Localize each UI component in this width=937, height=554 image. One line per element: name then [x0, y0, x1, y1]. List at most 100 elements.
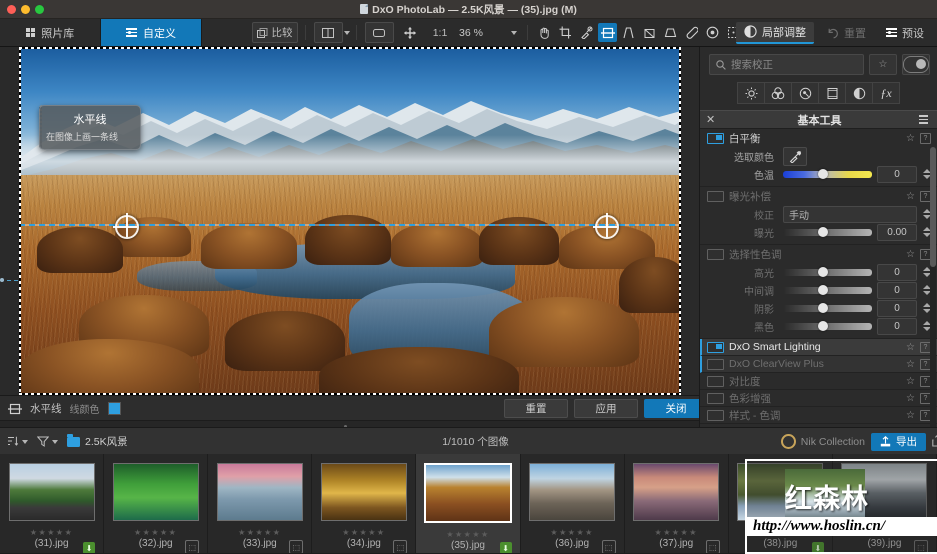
close-window-button[interactable] — [7, 4, 16, 14]
horizon-reset-button[interactable]: 重置 — [504, 399, 568, 418]
exposure-value[interactable]: 0.00 — [877, 223, 917, 241]
share-button[interactable] — [932, 434, 937, 450]
effects-category-icon[interactable]: ƒx — [872, 82, 900, 104]
rating-stars[interactable]: ★★★★★ — [446, 530, 489, 539]
list-item[interactable]: ★★★★★ (37).jpg ⬚ — [625, 454, 729, 553]
rating-stars[interactable]: ★★★★★ — [550, 528, 593, 537]
tool-enable-toggle[interactable] — [707, 409, 724, 421]
midtones-value[interactable]: 0 — [877, 281, 917, 299]
list-item[interactable]: ★★★★★ (35).jpg ⬇ — [416, 454, 521, 553]
tool-enable-toggle[interactable] — [707, 248, 724, 260]
tool-enable-toggle[interactable] — [707, 341, 724, 353]
tool-style-toning[interactable]: 样式 - 色调 ☆ ? — [700, 407, 937, 424]
tool-enable-toggle[interactable] — [707, 358, 724, 370]
tool-contrast[interactable]: 对比度 ☆ ? — [700, 373, 937, 390]
zoom-level-select[interactable]: 36 % — [455, 24, 521, 41]
photo-canvas[interactable]: 水平线 在图像上画一条线 — [19, 47, 681, 395]
local-adjustments-button[interactable]: 局部调整 — [736, 21, 814, 44]
hand-tool-icon[interactable] — [535, 23, 554, 42]
tool-header[interactable]: 曝光补偿 ☆ ? — [700, 187, 937, 205]
star-icon[interactable]: ☆ — [906, 359, 915, 370]
rating-stars[interactable]: ★★★★★ — [134, 528, 177, 537]
presets-button[interactable]: 预设 — [879, 23, 931, 42]
nik-collection-button[interactable]: Nik Collection — [780, 434, 865, 449]
red-eye-tool-icon[interactable] — [703, 23, 722, 42]
reset-button[interactable]: 重置 — [820, 23, 873, 42]
rating-stars[interactable]: ★★★★★ — [30, 528, 73, 537]
correction-select[interactable]: 手动 — [783, 205, 917, 223]
list-item[interactable]: ★★★★★ (32).jpg ⬚ — [104, 454, 209, 553]
list-item[interactable]: ★★★★★ (33).jpg ⬚ — [208, 454, 313, 553]
tool-dxo-smart-lighting[interactable]: DxO Smart Lighting ☆ ? — [700, 339, 937, 356]
tool-enable-toggle[interactable] — [707, 375, 724, 387]
minimize-window-button[interactable] — [21, 4, 30, 14]
maximize-window-button[interactable] — [35, 4, 44, 14]
tool-enable-toggle[interactable] — [707, 132, 724, 144]
tool-header[interactable]: 选择性色调 ☆ ? — [700, 245, 937, 263]
thumbnail[interactable] — [529, 463, 616, 521]
eyedropper-tool-icon[interactable] — [577, 23, 596, 42]
temperature-slider[interactable] — [783, 169, 872, 179]
help-icon[interactable]: ? — [920, 132, 931, 144]
export-button[interactable]: 导出 — [871, 432, 926, 451]
highlights-value[interactable]: 0 — [877, 263, 917, 281]
sort-button[interactable] — [7, 436, 28, 447]
perspective-horizontal-icon[interactable] — [640, 23, 659, 42]
line-color-swatch[interactable] — [107, 402, 121, 415]
color-category-icon[interactable] — [764, 82, 792, 104]
star-icon[interactable]: ☆ — [906, 133, 915, 144]
thumbnail[interactable] — [112, 463, 199, 521]
star-icon[interactable]: ☆ — [906, 393, 915, 404]
tab-photo-library[interactable]: 照片库 — [0, 19, 101, 46]
zoom-caret-icon[interactable] — [511, 30, 517, 35]
tool-enable-toggle[interactable] — [707, 392, 724, 404]
sort-caret-icon[interactable] — [22, 439, 28, 444]
tool-enable-toggle[interactable] — [707, 190, 724, 202]
tool-color-accentuation[interactable]: 色彩增强 ☆ ? — [700, 390, 937, 407]
thumbnail[interactable] — [633, 463, 720, 521]
perspective-vertical-icon[interactable] — [619, 23, 638, 42]
thumbnail[interactable] — [216, 463, 303, 521]
star-icon[interactable]: ☆ — [906, 249, 915, 260]
image-viewer[interactable]: 水平线 在图像上画一条线 — [0, 47, 700, 395]
highlights-slider[interactable] — [783, 267, 872, 277]
perspective-rect-icon[interactable] — [661, 23, 680, 42]
rating-stars[interactable]: ★★★★★ — [238, 528, 281, 537]
local-adjustments-category-icon[interactable] — [845, 82, 873, 104]
star-icon[interactable]: ☆ — [906, 342, 915, 353]
thumbnail[interactable] — [320, 463, 407, 521]
light-category-icon[interactable] — [737, 82, 765, 104]
zoom-ratio-button[interactable]: 1:1 — [427, 23, 454, 42]
star-icon[interactable]: ☆ — [906, 410, 915, 421]
section-menu-icon[interactable] — [919, 115, 931, 124]
rating-stars[interactable]: ★★★★★ — [655, 528, 698, 537]
detail-category-icon[interactable] — [791, 82, 819, 104]
thumbnail[interactable] — [8, 463, 95, 521]
temperature-value[interactable]: 0 — [877, 165, 917, 183]
close-section-icon[interactable]: ✕ — [706, 113, 720, 126]
panel-toggle-button[interactable] — [902, 54, 930, 75]
favorites-filter-button[interactable]: ☆ — [869, 54, 897, 75]
horizon-handle-left[interactable] — [113, 213, 139, 239]
repair-tool-icon[interactable] — [682, 23, 701, 42]
shadows-slider[interactable] — [783, 303, 872, 313]
compare-button[interactable]: 比较 — [251, 22, 298, 43]
fit-view-button[interactable] — [364, 22, 394, 43]
search-input[interactable]: 搜索校正 — [709, 54, 864, 75]
list-item[interactable]: ★★★★★ (36).jpg ⬚ — [521, 454, 625, 553]
exposure-slider[interactable] — [783, 227, 872, 237]
star-icon[interactable]: ☆ — [906, 191, 915, 202]
horizon-apply-button[interactable]: 应用 — [574, 399, 638, 418]
tab-customize[interactable]: 自定义 — [101, 19, 202, 46]
geometry-category-icon[interactable] — [818, 82, 846, 104]
view-layout-button[interactable] — [313, 22, 343, 43]
filter-button[interactable] — [37, 436, 58, 447]
shadows-value[interactable]: 0 — [877, 299, 917, 317]
blacks-slider[interactable] — [783, 321, 872, 331]
thumbnail[interactable] — [423, 463, 512, 523]
tool-header[interactable]: 白平衡 ☆ ? — [700, 129, 937, 147]
tool-dxo-clearview-plus[interactable]: DxO ClearView Plus ☆ ? — [700, 356, 937, 373]
rating-stars[interactable]: ★★★★★ — [342, 528, 385, 537]
crop-tool-icon[interactable] — [556, 23, 575, 42]
star-icon[interactable]: ☆ — [906, 376, 915, 387]
